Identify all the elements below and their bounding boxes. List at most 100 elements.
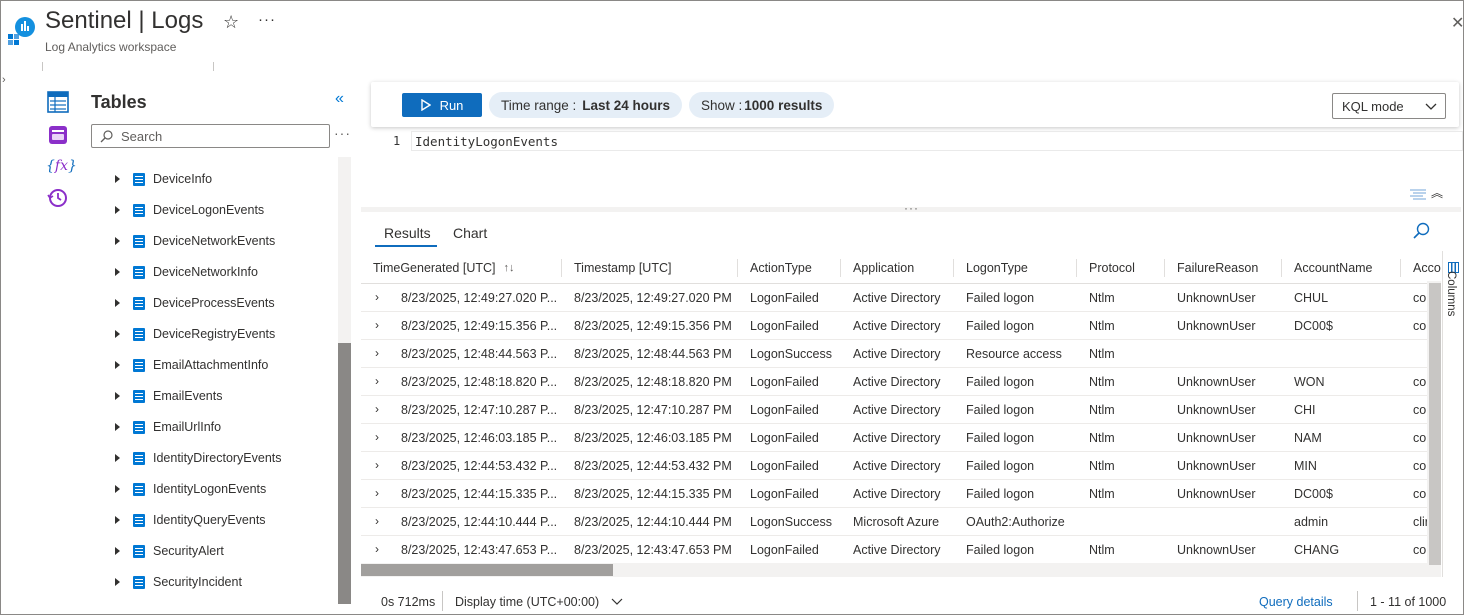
caret-right-icon[interactable] xyxy=(115,299,120,307)
table-item-identityqueryevents[interactable]: IdentityQueryEvents xyxy=(101,508,337,532)
chevron-right-icon[interactable]: › xyxy=(375,396,379,424)
caret-right-icon[interactable] xyxy=(115,175,120,183)
tab-results[interactable]: Results xyxy=(384,225,431,241)
columns-panel-label[interactable]: Columns xyxy=(1445,271,1457,316)
display-time-dropdown[interactable]: Display time (UTC+00:00) xyxy=(455,595,623,609)
table-item-deviceregistryevents[interactable]: DeviceRegistryEvents xyxy=(101,322,337,346)
table-item-deviceinfo[interactable]: DeviceInfo xyxy=(101,167,337,191)
search-input[interactable] xyxy=(121,128,321,144)
cell-actiontype: LogonFailed xyxy=(750,459,819,473)
column-header-actiontype[interactable]: ActionType xyxy=(738,251,812,284)
splitter-handle-icon[interactable]: ··· xyxy=(904,201,919,215)
tables-icon[interactable] xyxy=(46,90,70,114)
tables-scrollbar-thumb[interactable] xyxy=(338,343,351,604)
chevron-right-icon[interactable]: › xyxy=(375,424,379,452)
caret-right-icon[interactable] xyxy=(115,330,120,338)
sort-icon[interactable]: ↑↓ xyxy=(504,262,515,274)
table-row[interactable]: › 8/23/2025, 12:46:03.185 P... 8/23/2025… xyxy=(361,424,1441,452)
chevron-right-icon[interactable]: › xyxy=(375,340,379,368)
results-vertical-scrollbar-thumb[interactable] xyxy=(1429,283,1441,565)
chevron-right-icon[interactable]: › xyxy=(375,312,379,340)
ellipsis-icon[interactable]: ··· xyxy=(334,125,351,141)
time-range-picker[interactable]: Time range : Last 24 hours xyxy=(489,92,683,118)
caret-right-icon[interactable] xyxy=(115,485,120,493)
table-row[interactable]: › 8/23/2025, 12:49:15.356 P... 8/23/2025… xyxy=(361,312,1441,340)
table-item-deviceprocessevents[interactable]: DeviceProcessEvents xyxy=(101,291,337,315)
table-item-emailevents[interactable]: EmailEvents xyxy=(101,384,337,408)
table-item-securityincident[interactable]: SecurityIncident xyxy=(101,570,337,594)
cell-timegenerated: 8/23/2025, 12:48:44.563 P... xyxy=(401,347,558,361)
chevron-right-icon[interactable]: › xyxy=(375,284,379,312)
cell-failurereason: UnknownUser xyxy=(1177,543,1256,557)
format-query-icon[interactable] xyxy=(1409,188,1427,200)
table-item-emailurlinfo[interactable]: EmailUrlInfo xyxy=(101,415,337,439)
caret-right-icon[interactable] xyxy=(115,268,120,276)
history-icon[interactable] xyxy=(46,186,70,210)
caret-right-icon[interactable] xyxy=(115,392,120,400)
results-horizontal-scrollbar-thumb[interactable] xyxy=(361,564,613,576)
table-row[interactable]: › 8/23/2025, 12:44:10.444 P... 8/23/2025… xyxy=(361,508,1441,536)
table-item-securityalert[interactable]: SecurityAlert xyxy=(101,539,337,563)
table-row[interactable]: › 8/23/2025, 12:44:53.432 P... 8/23/2025… xyxy=(361,452,1441,480)
table-row[interactable]: › 8/23/2025, 12:49:27.020 P... 8/23/2025… xyxy=(361,284,1441,312)
table-item-identitydirectoryevents[interactable]: IdentityDirectoryEvents xyxy=(101,446,337,470)
caret-right-icon[interactable] xyxy=(115,547,120,555)
chevron-right-icon[interactable]: › xyxy=(375,508,379,536)
caret-right-icon[interactable] xyxy=(115,454,120,462)
caret-right-icon[interactable] xyxy=(115,578,120,586)
query-details-link[interactable]: Query details xyxy=(1259,595,1333,609)
caret-right-icon[interactable] xyxy=(115,423,120,431)
table-item-devicenetworkinfo[interactable]: DeviceNetworkInfo xyxy=(101,260,337,284)
caret-right-icon[interactable] xyxy=(115,237,120,245)
chevron-right-icon[interactable]: › xyxy=(375,452,379,480)
table-row[interactable]: › 8/23/2025, 12:47:10.287 P... 8/23/2025… xyxy=(361,396,1441,424)
result-limit-picker[interactable]: Show : 1000 results xyxy=(689,92,835,118)
cell-accountname: DC00$ xyxy=(1294,319,1333,333)
tab-chart[interactable]: Chart xyxy=(453,225,487,241)
run-button[interactable]: Run xyxy=(402,93,482,117)
table-item-devicelogonevents[interactable]: DeviceLogonEvents xyxy=(101,198,337,222)
cell-protocol: Ntlm xyxy=(1089,291,1115,305)
chevron-right-icon[interactable]: › xyxy=(2,74,6,86)
collapse-editor-icon[interactable]: ︽ xyxy=(1431,184,1443,201)
table-item-label: SecurityIncident xyxy=(153,575,242,589)
caret-right-icon[interactable] xyxy=(115,361,120,369)
table-row[interactable]: › 8/23/2025, 12:43:47.653 P... 8/23/2025… xyxy=(361,536,1441,564)
table-item-identitylogonevents[interactable]: IdentityLogonEvents xyxy=(101,477,337,501)
table-item-label: IdentityQueryEvents xyxy=(153,513,266,527)
column-header-application[interactable]: Application xyxy=(841,251,914,284)
table-item-devicenetworkevents[interactable]: DeviceNetworkEvents xyxy=(101,229,337,253)
chevron-right-icon[interactable]: › xyxy=(375,536,379,564)
column-header-logontype[interactable]: LogonType xyxy=(954,251,1028,284)
column-header-accountdomain[interactable]: Accou xyxy=(1401,251,1441,284)
cell-timestamp: 8/23/2025, 12:46:03.185 PM xyxy=(574,431,732,445)
cell-application: Active Directory xyxy=(853,319,941,333)
query-editor[interactable] xyxy=(411,131,1463,151)
table-row[interactable]: › 8/23/2025, 12:48:44.563 P... 8/23/2025… xyxy=(361,340,1441,368)
table-search-field[interactable] xyxy=(91,124,330,148)
functions-icon[interactable]: {fx} xyxy=(46,155,77,179)
cell-actiontype: LogonFailed xyxy=(750,403,819,417)
column-header-failurereason[interactable]: FailureReason xyxy=(1165,251,1258,284)
tables-tree: DeviceInfo DeviceLogonEvents DeviceNetwo… xyxy=(101,163,337,603)
query-text[interactable]: IdentityLogonEvents xyxy=(415,134,558,149)
chevron-right-icon[interactable]: › xyxy=(375,480,379,508)
ellipsis-icon[interactable]: ··· xyxy=(258,11,276,28)
kql-mode-dropdown[interactable]: KQL mode xyxy=(1332,93,1446,119)
table-row[interactable]: › 8/23/2025, 12:48:18.820 P... 8/23/2025… xyxy=(361,368,1441,396)
caret-right-icon[interactable] xyxy=(115,206,120,214)
kql-mode-value: KQL mode xyxy=(1342,98,1404,114)
column-header-timegenerated[interactable]: TimeGenerated [UTC] ↑↓ xyxy=(361,251,515,284)
queries-icon[interactable] xyxy=(46,123,70,147)
close-icon[interactable]: ✕ xyxy=(1451,13,1463,33)
caret-right-icon[interactable] xyxy=(115,516,120,524)
double-chevron-left-icon[interactable]: « xyxy=(335,90,344,108)
search-icon[interactable] xyxy=(1412,222,1430,240)
column-header-protocol[interactable]: Protocol xyxy=(1077,251,1135,284)
table-item-emailattachmentinfo[interactable]: EmailAttachmentInfo xyxy=(101,353,337,377)
column-header-accountname[interactable]: AccountName xyxy=(1282,251,1373,284)
star-icon[interactable]: ☆ xyxy=(223,12,239,33)
table-row[interactable]: › 8/23/2025, 12:44:15.335 P... 8/23/2025… xyxy=(361,480,1441,508)
chevron-right-icon[interactable]: › xyxy=(375,368,379,396)
column-header-timestamp[interactable]: Timestamp [UTC] xyxy=(562,251,671,284)
